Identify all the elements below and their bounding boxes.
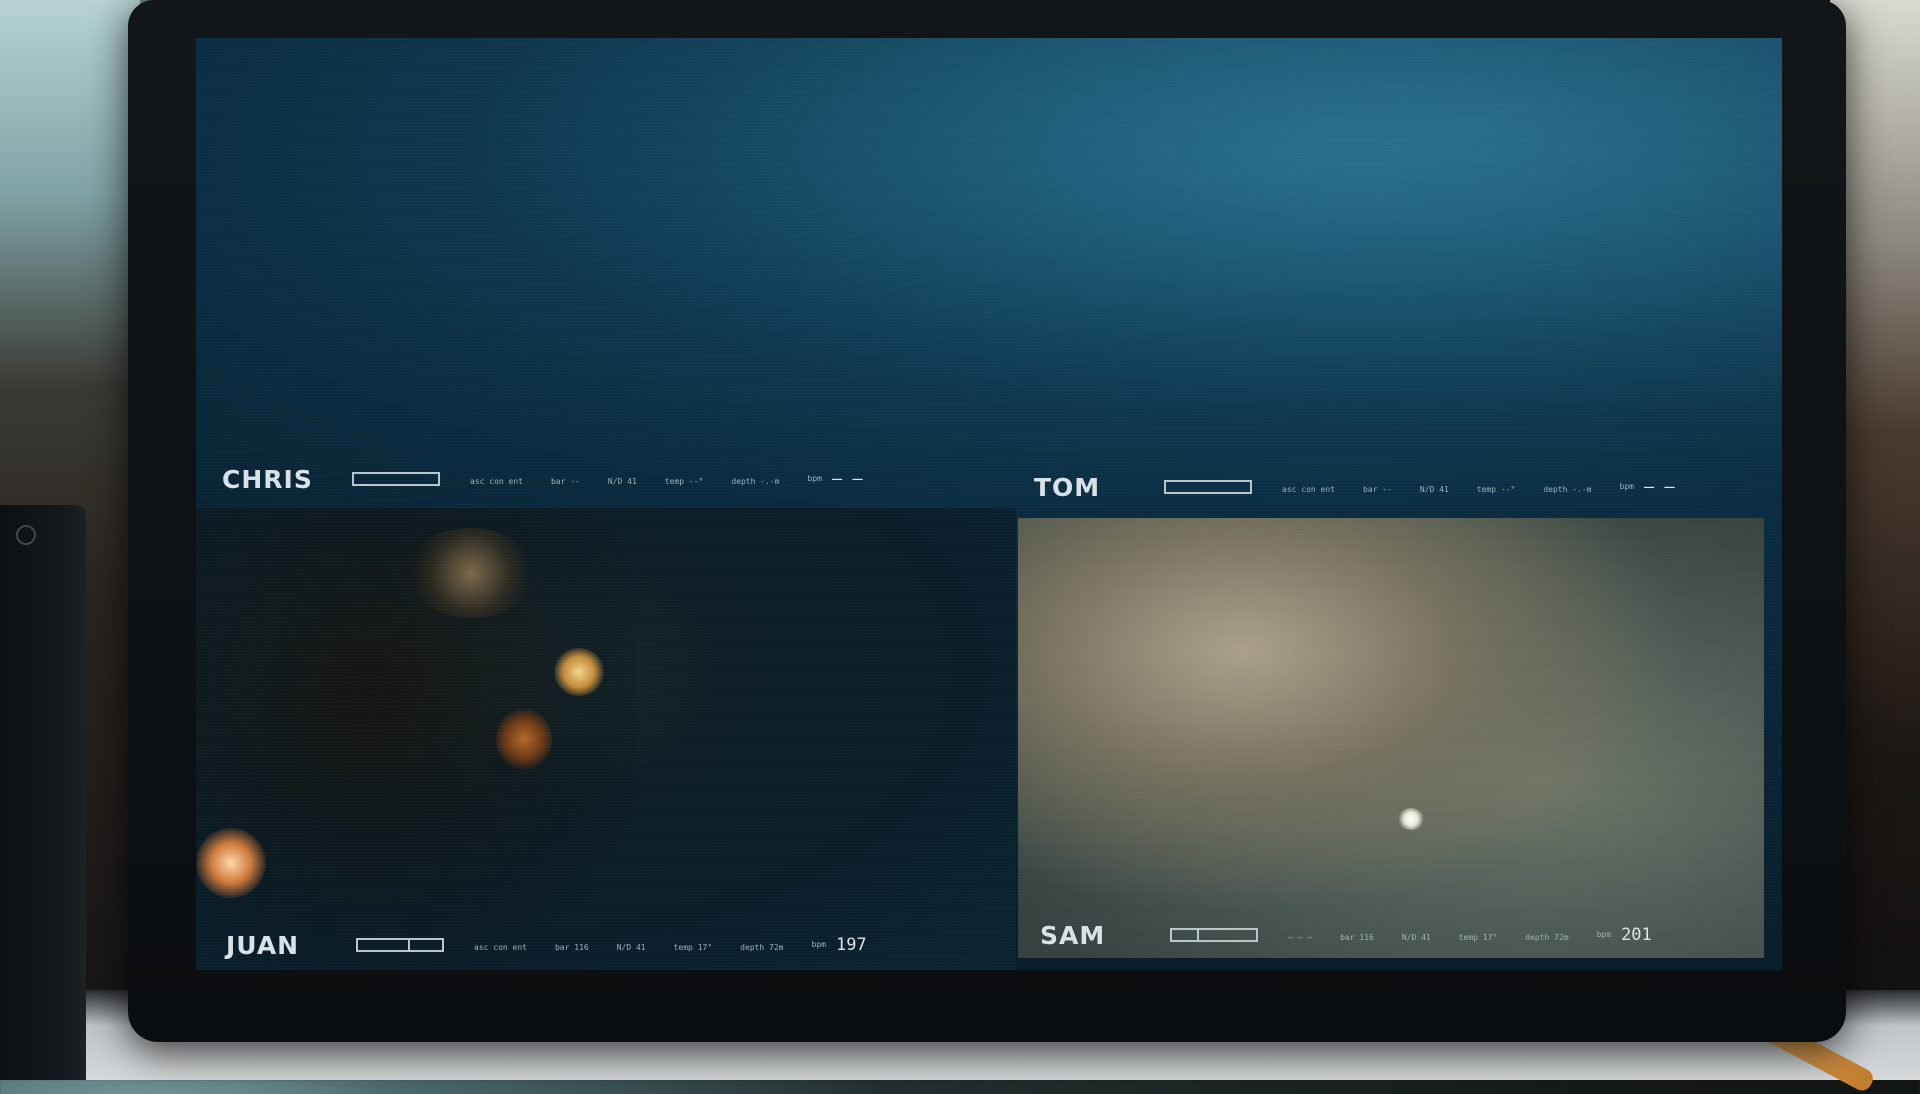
feed-panel-chris[interactable]: [196, 38, 1782, 508]
light-reflection: [1398, 808, 1424, 830]
signal-meter: [1170, 928, 1258, 942]
status-readout: asc con ent: [470, 477, 523, 486]
nd-readout: N/D 41: [1419, 485, 1449, 494]
bar-readout: bar 116: [554, 943, 589, 952]
bpm-readout: bpm 201: [1596, 922, 1652, 945]
light-reflection: [554, 648, 604, 696]
bpm-value: — —: [1643, 477, 1675, 497]
feed-name: TOM: [1034, 473, 1101, 502]
status-readout: asc con ent: [474, 943, 527, 952]
status-readout: asc con ent: [1282, 485, 1335, 494]
light-reflection: [196, 828, 266, 898]
signal-meter: [1164, 480, 1252, 494]
screen-glare: [196, 38, 1782, 508]
bpm-value: 201: [1621, 925, 1652, 945]
feed-name: JUAN: [226, 931, 300, 960]
bpm-label: bpm: [811, 940, 826, 949]
signal-meter-fill: [1172, 930, 1200, 940]
depth-readout: depth -.-m: [1543, 485, 1592, 494]
nd-readout: N/D 41: [616, 943, 646, 952]
signal-meter-fill: [358, 940, 411, 950]
temp-readout: temp --°: [1476, 485, 1516, 494]
depth-readout: depth 72m: [1525, 933, 1569, 942]
hud-bar-juan: JUAN asc con ent bar 116 N/D 41 temp 17°…: [226, 920, 996, 960]
bpm-readout: bpm — —: [807, 466, 863, 489]
depth-readout: depth 72m: [740, 943, 784, 952]
feed-name: CHRIS: [222, 465, 313, 494]
bpm-value: 197: [835, 935, 867, 955]
temp-readout: temp --°: [664, 477, 704, 486]
nd-readout: N/D 41: [607, 477, 637, 486]
light-reflection: [496, 708, 552, 770]
bar-readout: bar --: [1362, 485, 1392, 494]
hud-bar-sam: SAM — — — bar 116 N/D 41 temp 17° depth …: [1040, 910, 1760, 950]
camera-dot: [16, 525, 36, 545]
diver-helmet: [406, 528, 536, 618]
bpm-label: bpm: [1596, 930, 1612, 939]
monitor-screen: CHRIS asc con ent bar -- N/D 41 temp --°…: [196, 38, 1782, 970]
depth-readout: depth -.-m: [731, 477, 780, 486]
bpm-readout: bpm 197: [811, 932, 867, 955]
signal-meter: [352, 472, 440, 486]
signal-meter: [356, 938, 444, 952]
side-device: [0, 505, 86, 1080]
nd-readout: N/D 41: [1401, 933, 1431, 942]
bar-readout: bar 116: [1340, 933, 1374, 942]
status-readout: — — —: [1288, 933, 1313, 942]
bpm-label: bpm: [1619, 482, 1634, 491]
feed-name: SAM: [1040, 921, 1106, 950]
feed-panel-sam[interactable]: [1018, 518, 1764, 958]
temp-readout: temp 17°: [673, 943, 713, 952]
bpm-label: bpm: [807, 474, 822, 483]
bar-readout: bar --: [550, 477, 580, 486]
temp-readout: temp 17°: [1458, 933, 1498, 942]
hud-bar-chris: CHRIS asc con ent bar -- N/D 41 temp --°…: [222, 454, 982, 494]
hud-bar-tom: TOM asc con ent bar -- N/D 41 temp --° d…: [1034, 462, 1764, 502]
bpm-readout: bpm — —: [1619, 474, 1675, 497]
feed-panel-juan[interactable]: [196, 508, 1016, 970]
bpm-value: — —: [831, 469, 863, 489]
